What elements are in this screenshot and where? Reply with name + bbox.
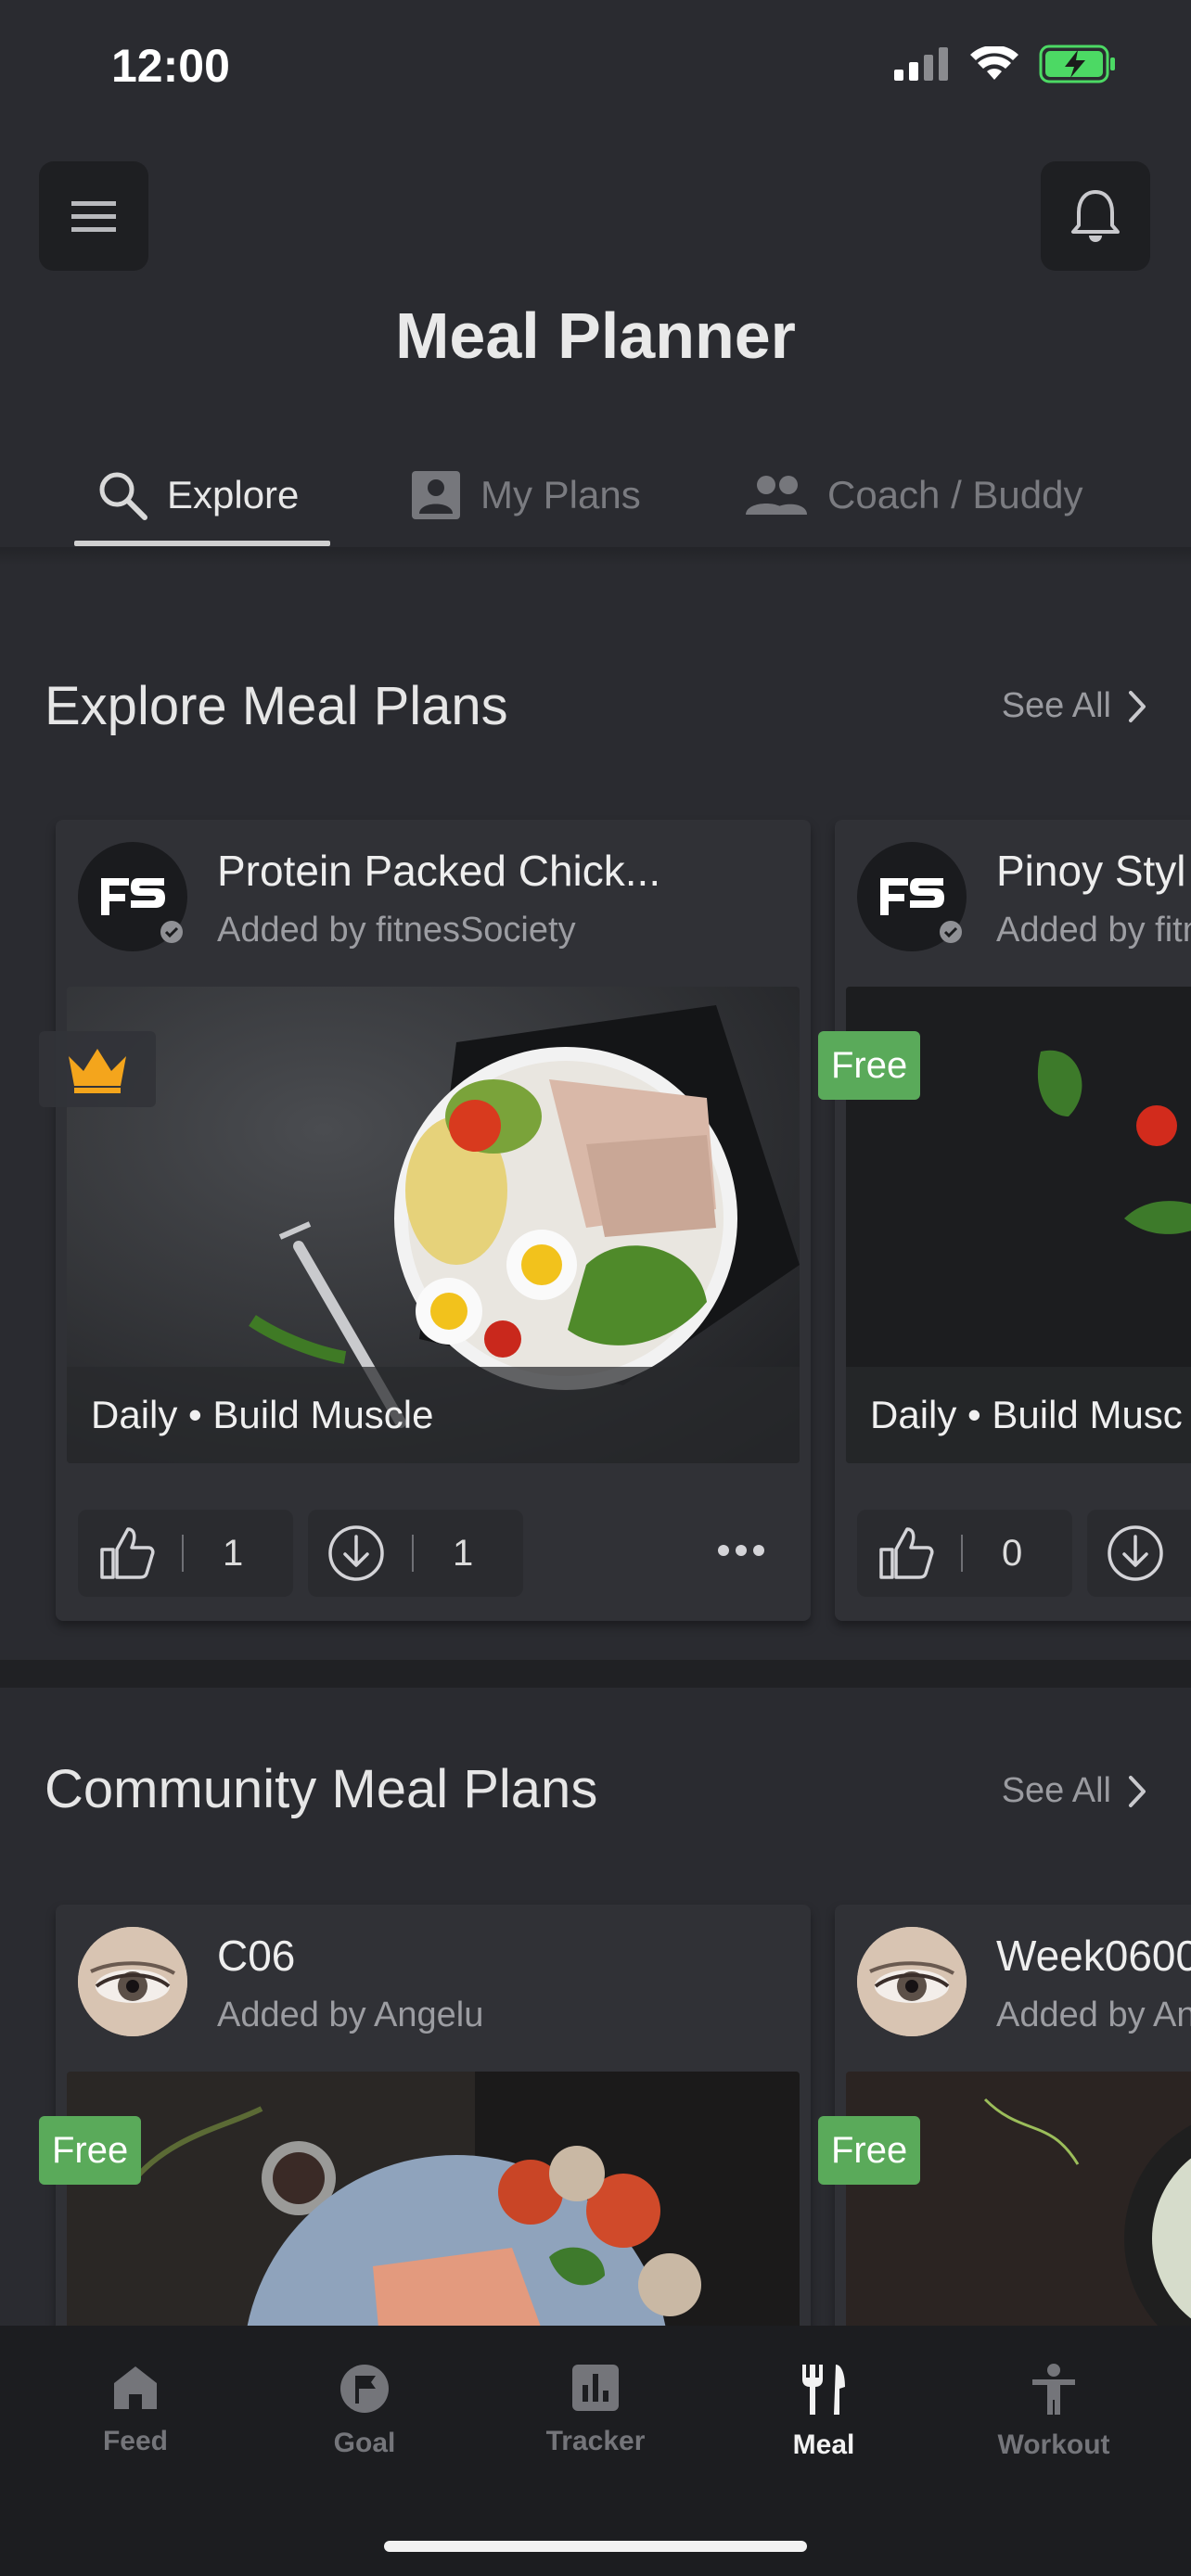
flag-icon <box>340 2365 389 2413</box>
free-badge: Free <box>818 2116 921 2185</box>
free-badge: Free <box>39 2116 142 2185</box>
like-button[interactable]: 0 <box>857 1510 1072 1597</box>
download-button[interactable]: 1 <box>308 1510 523 1597</box>
bell-icon <box>1071 190 1120 242</box>
see-all-label: See All <box>1001 686 1111 725</box>
nav-feed[interactable]: Feed <box>61 2363 210 2457</box>
meal-plan-card[interactable]: Protein Packed Chick... Added by fitnesS… <box>56 820 811 1621</box>
notifications-button[interactable] <box>1041 161 1150 271</box>
brand-logo-avatar <box>857 842 967 951</box>
person-icon <box>1032 2364 1075 2415</box>
download-count: 1 <box>453 1532 474 1574</box>
chart-icon <box>572 2365 619 2411</box>
people-icon <box>746 476 807 515</box>
nav-label: Feed <box>102 2426 169 2456</box>
tab-coach-buddy[interactable]: Coach / Buddy <box>744 443 1083 547</box>
tab-explore[interactable]: Explore <box>96 443 299 547</box>
free-badge: Free <box>818 1031 921 1100</box>
status-time: 12:00 <box>111 40 230 92</box>
section-divider <box>0 1660 1191 1688</box>
separator <box>412 1535 414 1572</box>
meal-plan-card[interactable]: Pinoy Styl Added by fitn Daily • Build M… <box>835 820 1191 1621</box>
user-avatar <box>78 1927 187 2036</box>
nav-workout[interactable]: Workout <box>980 2363 1128 2461</box>
verified-badge-icon <box>160 921 183 943</box>
meal-plan-tags: Daily • Build Muscle <box>67 1367 800 1463</box>
brand-logo-avatar <box>78 842 187 951</box>
menu-button[interactable] <box>39 161 148 271</box>
meal-plan-image: Daily • Build Muscle <box>67 987 800 1463</box>
active-tab-indicator <box>74 541 330 546</box>
meal-plan-name: C06 <box>217 1932 296 1980</box>
meal-plan-card[interactable]: C06 Added by Angelu <box>56 1905 811 2368</box>
fitness-society-logo-icon <box>101 878 165 915</box>
thumbs-up-icon <box>100 1527 155 1579</box>
person-card-icon <box>412 471 460 519</box>
nav-label: Tracker <box>545 2426 646 2456</box>
tab-label: Coach / Buddy <box>827 473 1083 516</box>
verified-badge-icon <box>940 921 962 943</box>
eye-photo-avatar <box>78 1927 187 2036</box>
tab-my-plans[interactable]: My Plans <box>410 443 641 547</box>
meal-plan-author: Added by fitnesSociety <box>217 911 576 950</box>
crown-icon <box>69 1049 126 1093</box>
nav-label: Meal <box>792 2429 855 2460</box>
tabs-shadow <box>0 547 1191 566</box>
hamburger-icon <box>71 201 116 232</box>
meal-plan-author: Added by An <box>996 1996 1191 2034</box>
tab-label: My Plans <box>480 473 641 516</box>
meal-plan-tags: Daily • Build Musc <box>846 1367 1191 1463</box>
bottom-navigation: Feed Goal Tracker Meal Workout <box>0 2326 1191 2576</box>
user-avatar <box>857 1927 967 2036</box>
meal-plan-name: Pinoy Styl <box>996 847 1186 895</box>
separator <box>182 1535 184 1572</box>
community-see-all-link[interactable]: See All <box>1002 1771 1146 1811</box>
meal-plan-name: Week0600 <box>996 1932 1191 1980</box>
download-button[interactable] <box>1087 1510 1191 1597</box>
explore-section-title: Explore Meal Plans <box>45 676 508 736</box>
page-title: Meal Planner <box>395 300 796 372</box>
download-icon <box>1108 1525 1163 1581</box>
wifi-icon <box>970 46 1018 80</box>
home-indicator <box>384 2541 807 2552</box>
see-all-label: See All <box>1001 1771 1111 1810</box>
meal-plan-author: Added by Angelu <box>217 1996 484 2034</box>
fork-knife-icon <box>802 2365 845 2415</box>
separator <box>961 1535 963 1572</box>
community-section-title: Community Meal Plans <box>45 1759 598 1819</box>
fitness-society-logo-icon <box>880 878 944 915</box>
status-icons <box>894 45 1117 83</box>
chevron-right-icon <box>1129 1775 1146 1807</box>
signal-icon <box>894 47 948 81</box>
download-icon <box>328 1525 384 1581</box>
tab-label: Explore <box>167 473 300 516</box>
like-count: 1 <box>223 1532 244 1574</box>
salmon-plate-photo <box>67 2072 800 2368</box>
meal-plan-name: Protein Packed Chick... <box>217 847 661 895</box>
meal-plan-author: Added by fitn <box>996 911 1191 950</box>
nav-goal[interactable]: Goal <box>290 2363 439 2459</box>
more-horizontal-icon <box>718 1545 764 1556</box>
tab-bar: Explore My Plans Coach / Buddy <box>0 443 1191 547</box>
thumbs-up-icon <box>879 1527 934 1579</box>
explore-see-all-link[interactable]: See All <box>1002 686 1146 726</box>
chevron-right-icon <box>1129 690 1146 722</box>
search-icon <box>99 472 147 520</box>
like-count: 0 <box>1002 1532 1023 1574</box>
nav-label: Workout <box>997 2429 1110 2460</box>
nav-meal[interactable]: Meal <box>749 2363 898 2461</box>
more-options-button[interactable] <box>716 1543 766 1562</box>
meal-plan-image <box>67 2072 800 2368</box>
nav-tracker[interactable]: Tracker <box>521 2363 670 2457</box>
premium-badge <box>39 1031 156 1107</box>
nav-label: Goal <box>333 2428 396 2458</box>
eye-photo-avatar <box>857 1927 967 2036</box>
like-button[interactable]: 1 <box>78 1510 293 1597</box>
home-icon <box>114 2366 157 2409</box>
battery-charging-icon <box>1039 45 1115 83</box>
